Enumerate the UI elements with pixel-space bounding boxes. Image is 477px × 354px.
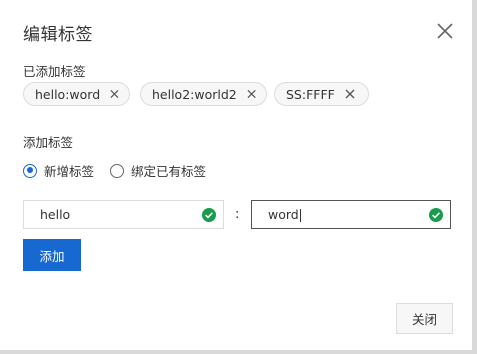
- close-icon[interactable]: [436, 22, 454, 40]
- radio-new-tag[interactable]: 新增标签: [23, 161, 94, 180]
- existing-tags-label: 已添加标签: [23, 64, 86, 79]
- text-caret: [299, 209, 301, 222]
- tag-chip: hello:word: [23, 82, 130, 106]
- radio-checked-icon[interactable]: [23, 163, 37, 178]
- check-circle-icon: [202, 207, 216, 222]
- tag-text: hello:word: [35, 86, 101, 102]
- radio-unchecked-icon[interactable]: [110, 163, 124, 178]
- tag-text: SS:FFFF: [286, 86, 335, 102]
- tag-chip: SS:FFFF: [274, 82, 369, 106]
- remove-tag-icon[interactable]: [110, 89, 119, 99]
- tag-chip: hello2:world2: [140, 82, 267, 106]
- tag-value-input[interactable]: word: [251, 200, 451, 229]
- tag-text: hello2:world2: [152, 86, 237, 102]
- add-tag-section-label: 添加标签: [23, 135, 74, 150]
- dialog-title: 编辑标签: [23, 25, 93, 45]
- radio-label: 新增标签: [44, 164, 95, 179]
- remove-tag-icon[interactable]: [247, 89, 256, 99]
- tag-value-text: word: [268, 207, 429, 222]
- remove-tag-icon[interactable]: [345, 89, 355, 99]
- key-value-separator: :: [235, 207, 240, 222]
- edit-tags-dialog: 编辑标签 已添加标签 hello:word hello2:world2 SS:F…: [0, 0, 472, 350]
- tag-key-input[interactable]: hello: [23, 200, 224, 229]
- radio-bind-existing-tag[interactable]: 绑定已有标签: [110, 161, 206, 180]
- tag-value-value: word: [268, 207, 299, 222]
- radio-label: 绑定已有标签: [131, 164, 207, 179]
- add-button[interactable]: 添加: [23, 239, 81, 271]
- tag-key-value: hello: [40, 207, 71, 222]
- close-button[interactable]: 关闭: [396, 303, 453, 334]
- check-circle-icon: [429, 207, 443, 222]
